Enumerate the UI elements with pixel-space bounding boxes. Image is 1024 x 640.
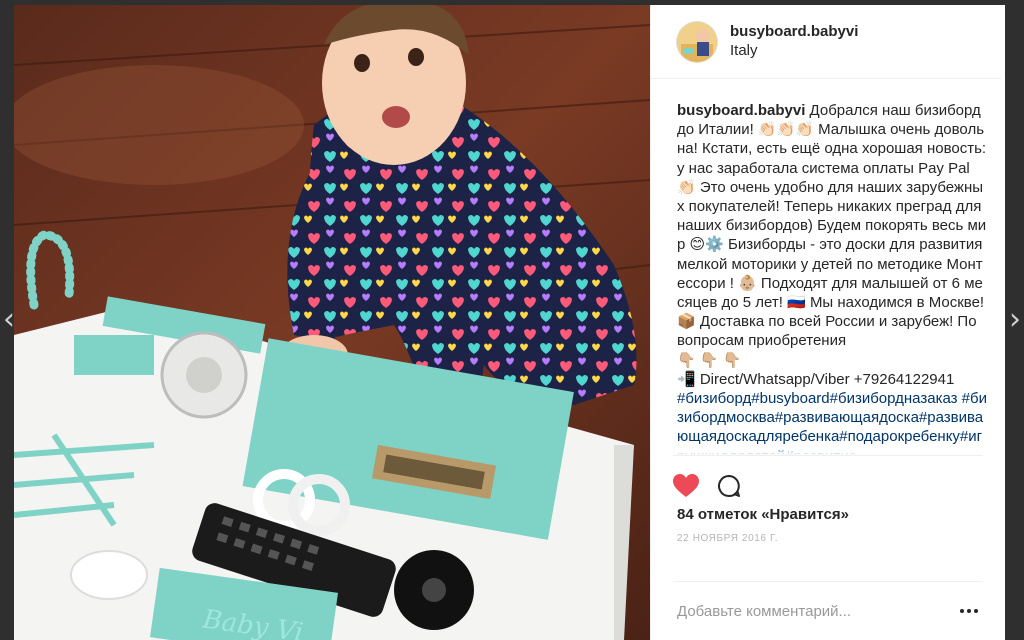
next-post-arrow[interactable]: ›: [1006, 300, 1024, 340]
post-header: busyboard.babyvi Italy: [651, 5, 1001, 79]
like-count[interactable]: 84 отметок «Нравится»: [651, 502, 1005, 523]
heart-icon: [673, 474, 699, 497]
more-options-button[interactable]: [955, 601, 983, 621]
more-options-dot: [967, 609, 971, 613]
caption-author[interactable]: busyboard.babyvi: [677, 102, 805, 119]
action-bar: [673, 455, 983, 502]
post-caption: busyboard.babyvi Добрался наш бизиборд д…: [677, 101, 987, 455]
post-date: 22 ноября 2016 г.: [677, 533, 779, 544]
comment-input[interactable]: [673, 602, 955, 620]
avatar[interactable]: [677, 21, 717, 62]
caption-contact: 📲 Direct/Whatsapp/Viber +79264122941: [677, 370, 955, 388]
caption-pointers: 👇🏼 👇🏼 👇🏼: [677, 351, 742, 369]
post-modal: Baby Vi busyboard.babyvi Italy busyboard…: [14, 5, 1005, 640]
comment-bar: [673, 581, 983, 640]
post-username[interactable]: busyboard.babyvi: [730, 22, 858, 41]
caption-delivery: 📦 Доставка по всей России и зарубеж! По …: [677, 313, 977, 350]
caption-fade: [651, 445, 1005, 455]
comment-button[interactable]: [717, 470, 749, 502]
like-button[interactable]: [673, 470, 705, 502]
post-location[interactable]: Italy: [730, 41, 858, 61]
more-options-icon: [960, 609, 964, 613]
post-photo: Baby Vi: [14, 5, 650, 640]
chevron-right-icon: ›: [1009, 302, 1021, 337]
more-options-dot: [974, 609, 978, 613]
comment-icon: [718, 475, 740, 497]
caption-area: busyboard.babyvi Добрался наш бизиборд д…: [651, 79, 1005, 455]
post-side-panel: busyboard.babyvi Italy busyboard.babyvi …: [650, 5, 1005, 640]
caption-text: Добрался наш бизиборд до Италии! 👏🏻👏🏻👏🏻 …: [677, 102, 987, 312]
